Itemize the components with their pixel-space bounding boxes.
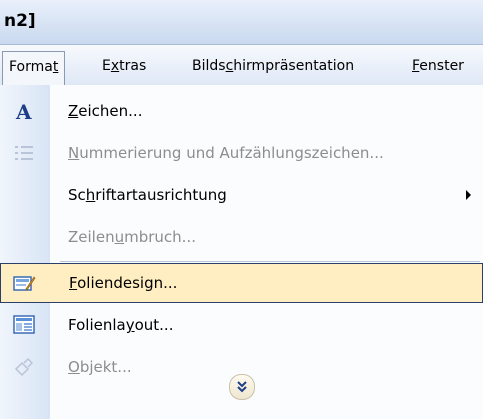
- menu-item-zeichen[interactable]: A Zeichen...: [0, 91, 483, 131]
- slide-design-icon: [12, 271, 36, 295]
- menu-bildschirmpraesentation[interactable]: Bildschirmpräsentation: [186, 51, 360, 81]
- menu-separator: [60, 261, 480, 262]
- menu-bildschirm-label-pre: Bilds: [192, 58, 226, 74]
- menu-fenster[interactable]: Fenster: [406, 51, 470, 81]
- menu-format-accel: t: [52, 59, 59, 75]
- menu-extras-label-post: tras: [119, 58, 147, 74]
- menu-extras-label-pre: E: [102, 58, 111, 74]
- title-bar: n2]: [0, 0, 483, 45]
- svg-text:A: A: [15, 100, 32, 123]
- menu-item-objekt-label: Objekt...: [68, 358, 132, 376]
- menu-item-zeichen-label: Zeichen...: [68, 102, 143, 120]
- object-icon: [12, 355, 36, 379]
- menu-item-schriftartausrichtung[interactable]: Schriftartausrichtung: [0, 175, 483, 215]
- menu-item-folienlayout[interactable]: Folienlayout...: [0, 305, 483, 345]
- menu-item-foliendesign-label: Foliendesign...: [69, 274, 178, 292]
- menu-item-nummerierung[interactable]: Nummerierung und Aufzählungszeichen...: [0, 133, 483, 173]
- menu-item-folienlayout-label: Folienlayout...: [68, 316, 174, 334]
- menu-item-foliendesign[interactable]: Foliendesign...: [0, 263, 483, 303]
- menu-format[interactable]: Format: [2, 51, 66, 86]
- menu-fenster-label-post: enster: [419, 58, 464, 74]
- menu-item-zeilenumbruch-label: Zeilenumbruch...: [68, 228, 196, 246]
- menu-item-zeilenumbruch[interactable]: Zeilenumbruch...: [0, 217, 483, 257]
- menu-bar: Format Extras Bildschirmpräsentation Fen…: [0, 45, 483, 86]
- menu-format-label-pre: Forma: [9, 59, 53, 75]
- menu-extras-accel: x: [110, 58, 120, 74]
- bullet-list-icon: [12, 141, 36, 165]
- double-chevron-down-icon[interactable]: [229, 374, 255, 400]
- window-title: n2]: [4, 11, 36, 31]
- format-dropdown-menu: A Zeichen... Nummerierung und Aufzählung…: [0, 85, 483, 419]
- submenu-arrow-icon: [466, 190, 471, 200]
- menu-bildschirm-label-post: hirmpräsentation: [233, 58, 355, 74]
- font-A-icon: A: [12, 99, 36, 124]
- menu-extras[interactable]: Extras: [96, 51, 152, 81]
- slide-layout-icon: [12, 313, 36, 337]
- menu-item-schriftartausrichtung-label: Schriftartausrichtung: [68, 186, 227, 204]
- menu-item-nummerierung-label: Nummerierung und Aufzählungszeichen...: [68, 144, 384, 162]
